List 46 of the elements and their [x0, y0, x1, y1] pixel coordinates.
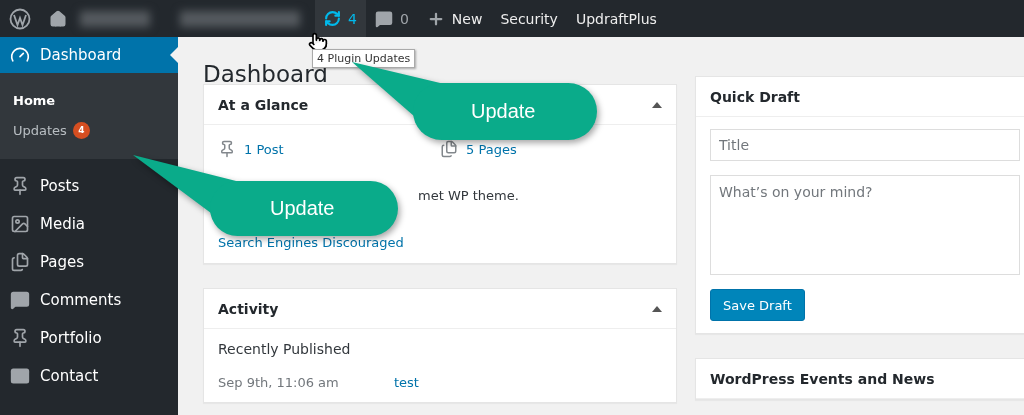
comments-menu[interactable]: 0 [365, 0, 418, 37]
post-link[interactable]: test [394, 375, 419, 390]
submenu-item[interactable]: Home [0, 85, 178, 115]
callout-label: Update [270, 196, 335, 220]
save-draft-button[interactable]: Save Draft [710, 289, 805, 321]
home-icon[interactable] [49, 9, 67, 28]
theme-text: met WP theme. [418, 187, 519, 203]
widget-title: Activity [218, 300, 279, 317]
sidebar-item[interactable]: Dashboard [0, 37, 178, 73]
comment-icon [10, 290, 30, 310]
widget-title: Quick Draft [710, 88, 800, 105]
sidebar-item[interactable]: Media [0, 205, 178, 243]
collapse-arrow-icon[interactable] [652, 305, 662, 312]
updates-menu[interactable]: 4 [315, 0, 366, 37]
count-badge: 4 [72, 121, 90, 139]
sidebar-item[interactable]: Comments [0, 281, 178, 319]
toolbar-link[interactable]: UpdraftPlus [566, 0, 666, 37]
logo-icon[interactable] [9, 7, 31, 30]
media-icon [10, 214, 30, 234]
content-field[interactable]: What’s on your mind? [710, 175, 1020, 275]
section-heading: Recently Published [218, 341, 352, 357]
refresh-icon [324, 10, 341, 27]
pin-icon [218, 140, 236, 158]
callout-label: Update [471, 99, 536, 123]
pages-icon [10, 252, 30, 272]
post-date: Sep 9th, 11:06 am [218, 375, 340, 390]
comment-icon [374, 9, 393, 28]
toolbar-link[interactable]: Security [491, 0, 567, 37]
blurred-area [80, 10, 150, 27]
widget-title: WordPress Events and News [710, 370, 935, 387]
sidebar-item[interactable]: Contact [0, 357, 178, 395]
pages-icon [440, 140, 458, 158]
pin-icon [10, 328, 30, 348]
new-menu[interactable]: New [417, 0, 492, 37]
sidebar-item[interactable]: Portfolio [0, 319, 178, 357]
search-link[interactable]: Search Engines Discouraged [218, 234, 404, 250]
submenu-item[interactable]: Updates 4 [0, 115, 178, 145]
title-field[interactable]: Title [710, 129, 1020, 161]
collapse-arrow-icon[interactable] [652, 101, 662, 108]
pin-icon [10, 176, 30, 196]
count-link[interactable]: 1 Post [244, 141, 284, 157]
sidebar-item[interactable]: Posts [0, 167, 178, 205]
gauge-icon [10, 45, 30, 65]
sidebar-item[interactable]: Pages [0, 243, 178, 281]
widget-title: At a Glance [218, 96, 309, 113]
count-link[interactable]: 5 Pages [466, 141, 517, 157]
